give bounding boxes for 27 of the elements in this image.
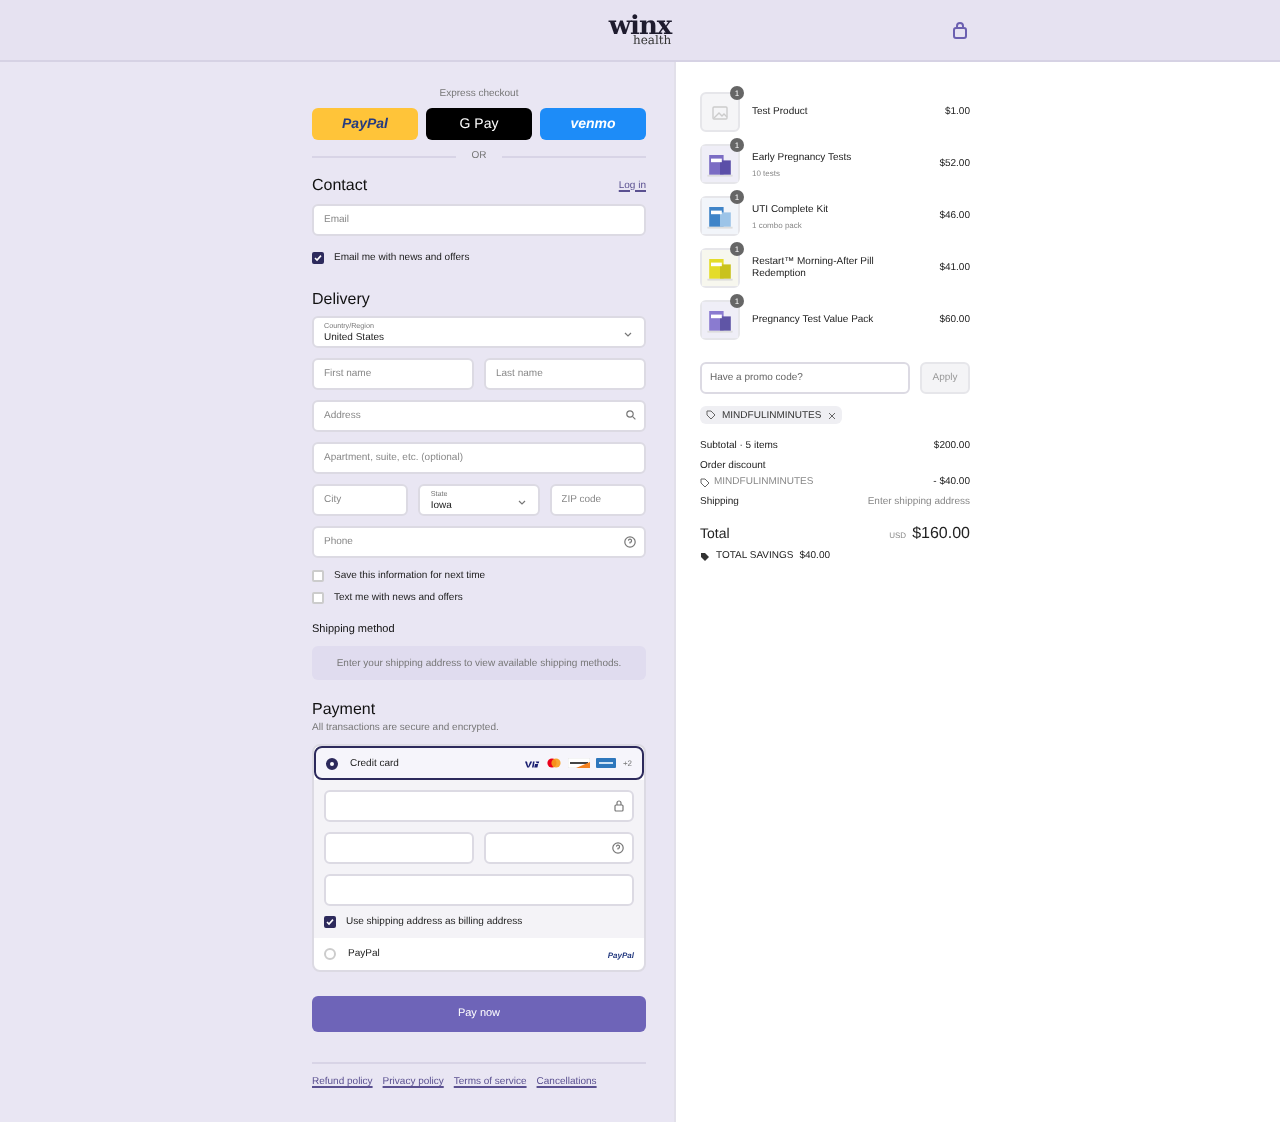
bag-icon[interactable] <box>952 22 968 40</box>
radio-button[interactable] <box>326 757 338 769</box>
chevron-down-icon <box>517 500 526 506</box>
card-number-field[interactable] <box>324 790 634 822</box>
section-title: Delivery <box>312 290 372 308</box>
image-placeholder-icon <box>712 105 728 119</box>
mastercard-logo-icon <box>546 758 563 768</box>
visa-logo-icon <box>524 759 541 767</box>
security-code-field[interactable] <box>484 832 634 864</box>
checkmark-icon <box>314 254 322 262</box>
help-icon <box>612 842 624 854</box>
tag-icon <box>700 551 710 561</box>
total-amount: $160.00 <box>912 524 970 542</box>
expiry-field[interactable] <box>324 832 474 864</box>
checkbox[interactable] <box>312 252 324 264</box>
tag-icon <box>700 477 710 487</box>
chevron-down-icon <box>624 332 632 338</box>
help-icon <box>624 536 636 548</box>
checkbox[interactable] <box>324 916 336 928</box>
checkmark-icon <box>326 918 334 926</box>
search-icon <box>626 410 636 420</box>
section-title: Contact <box>312 176 368 194</box>
section-title: Payment <box>312 700 378 718</box>
close-icon[interactable] <box>827 411 836 419</box>
name-on-card-field[interactable] <box>324 874 634 906</box>
lock-icon <box>614 800 624 812</box>
tag-icon <box>706 410 716 420</box>
